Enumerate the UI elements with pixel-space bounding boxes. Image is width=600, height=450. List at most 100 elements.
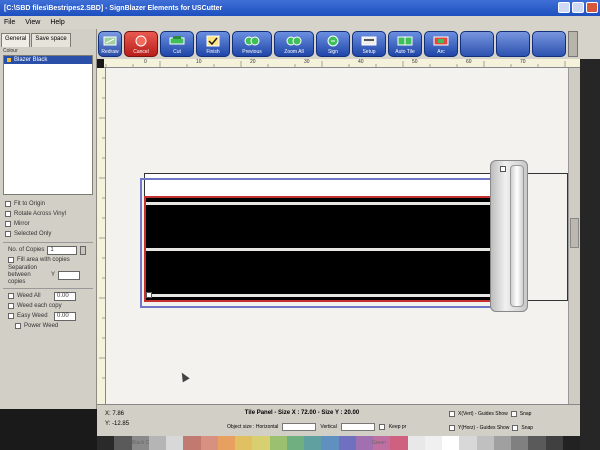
close-button[interactable] <box>586 2 598 13</box>
color-swatch[interactable] <box>286 436 304 450</box>
option-easy-weed[interactable]: Easy Weed 0.00 <box>3 311 93 321</box>
checkbox[interactable] <box>8 257 14 263</box>
color-swatch[interactable] <box>511 436 529 450</box>
sign-button[interactable]: Sign <box>316 31 350 57</box>
layer-list[interactable]: Blazer Black <box>3 55 93 195</box>
finish-button[interactable]: Finish <box>196 31 230 57</box>
option-fit-to-origin[interactable]: Fit to Origin <box>0 199 96 209</box>
setup-icon <box>361 36 377 46</box>
color-swatch[interactable] <box>424 436 442 450</box>
option-weed-each-copy[interactable]: Weed each copy <box>3 301 93 311</box>
color-swatch[interactable] <box>476 436 494 450</box>
color-swatch[interactable] <box>459 436 477 450</box>
maximize-button[interactable] <box>572 2 584 13</box>
color-swatch[interactable] <box>217 436 235 450</box>
vertical-scrollbar[interactable] <box>568 68 580 404</box>
color-swatch[interactable] <box>442 436 460 450</box>
tab-general[interactable]: General <box>1 33 31 47</box>
separation-input[interactable] <box>58 270 81 280</box>
color-swatch[interactable] <box>545 436 563 450</box>
arc-label: Arc <box>437 49 445 55</box>
color-swatch[interactable] <box>269 436 287 450</box>
easy-weed-input[interactable]: 0.00 <box>54 311 76 321</box>
color-swatch[interactable] <box>235 436 253 450</box>
option-selected-only[interactable]: Selected Only <box>0 229 96 239</box>
cancel-button[interactable]: Cancel <box>124 31 158 57</box>
color-swatch[interactable] <box>355 436 373 450</box>
previous-button[interactable]: Previous <box>232 31 272 57</box>
color-swatch[interactable] <box>338 436 356 450</box>
auto-tile-button[interactable]: Auto Tile <box>388 31 422 57</box>
tab-save-space[interactable]: Save space <box>31 33 71 47</box>
easy-weed-label: Easy Weed <box>17 313 48 319</box>
guides-x-checkbox[interactable] <box>449 411 455 417</box>
option-power-weed[interactable]: Power Weed <box>3 321 93 331</box>
color-swatch[interactable] <box>528 436 546 450</box>
weed-all-value: 0.00 <box>57 293 69 299</box>
window-title: [C:\SBD files\Bestripes2.SBD] - SignBlaz… <box>4 4 223 12</box>
copies-stepper-arrows[interactable] <box>80 245 87 255</box>
checkbox[interactable] <box>8 293 14 299</box>
color-swatch[interactable] <box>390 436 408 450</box>
color-swatch[interactable] <box>183 436 201 450</box>
checkbox[interactable] <box>5 211 11 217</box>
option-mirror[interactable]: Mirror <box>0 219 96 229</box>
color-swatch[interactable] <box>493 436 511 450</box>
auto-tile-label: Auto Tile <box>395 49 415 55</box>
cut-button[interactable]: Cut <box>160 31 194 57</box>
color-swatch[interactable] <box>252 436 270 450</box>
sign-icon <box>327 35 339 47</box>
checkbox[interactable] <box>8 313 14 319</box>
color-swatch[interactable] <box>321 436 339 450</box>
option-label: Power Weed <box>24 323 59 329</box>
color-swatch[interactable] <box>148 436 166 450</box>
x-label: X: <box>105 411 111 417</box>
checkbox[interactable] <box>8 303 14 309</box>
y-label: Y: <box>105 421 111 427</box>
setup-button[interactable]: Setup <box>352 31 386 57</box>
copies-stepper[interactable]: 1 <box>47 245 78 255</box>
layer-header: Colour <box>3 48 18 54</box>
toolbar-button-blank-1[interactable] <box>460 31 494 57</box>
scrollbar-thumb[interactable] <box>570 218 579 248</box>
option-label: Rotate Across Vinyl <box>14 211 66 217</box>
layer-item[interactable]: Blazer Black <box>4 56 92 64</box>
menu-file[interactable]: File <box>4 19 15 26</box>
selection-handle[interactable] <box>500 166 506 172</box>
color-swatch[interactable] <box>97 436 115 450</box>
color-swatch[interactable] <box>407 436 425 450</box>
cursor-coordinates: X: 7.86 Y: -12.85 <box>105 409 129 429</box>
horizontal-size-input[interactable] <box>282 423 317 431</box>
checkbox[interactable] <box>5 231 11 237</box>
snap-x-checkbox[interactable] <box>510 411 517 417</box>
ruler-label: 50 <box>412 59 418 65</box>
menu-help[interactable]: Help <box>50 19 64 26</box>
menu-view[interactable]: View <box>25 19 40 26</box>
weed-all-input[interactable]: 0.00 <box>54 291 76 301</box>
option-rotate-across-vinyl[interactable]: Rotate Across Vinyl <box>0 209 96 219</box>
vertical-size-input[interactable] <box>340 423 375 431</box>
snap-y-checkbox[interactable] <box>512 425 519 431</box>
checkbox[interactable] <box>15 323 21 329</box>
color-swatch[interactable] <box>166 436 184 450</box>
color-swatch[interactable] <box>114 436 132 450</box>
color-swatch[interactable] <box>200 436 218 450</box>
zoom-all-button[interactable]: Zoom All <box>274 31 314 57</box>
checkbox[interactable] <box>5 201 11 207</box>
selection-handle[interactable] <box>146 292 152 298</box>
arc-button[interactable]: Arc <box>424 31 458 57</box>
checkbox[interactable] <box>5 221 11 227</box>
snap-y-label: Snap <box>521 425 534 431</box>
option-fill-area[interactable]: Fill area with copies <box>3 255 93 265</box>
previous-label: Previous <box>242 49 262 55</box>
guides-y-checkbox[interactable] <box>449 425 455 431</box>
color-swatch[interactable] <box>304 436 322 450</box>
color-swatch[interactable] <box>562 436 580 450</box>
minimize-button[interactable] <box>558 2 570 13</box>
keep-proportion-checkbox[interactable] <box>378 424 385 430</box>
option-weed-all[interactable]: Weed All 0.00 <box>3 291 93 301</box>
redraw-button[interactable]: Redraw <box>98 31 122 57</box>
toolbar-scroll-button[interactable] <box>568 31 578 57</box>
toolbar-button-blank-2[interactable] <box>496 31 530 57</box>
toolbar-button-blank-3[interactable] <box>532 31 566 57</box>
